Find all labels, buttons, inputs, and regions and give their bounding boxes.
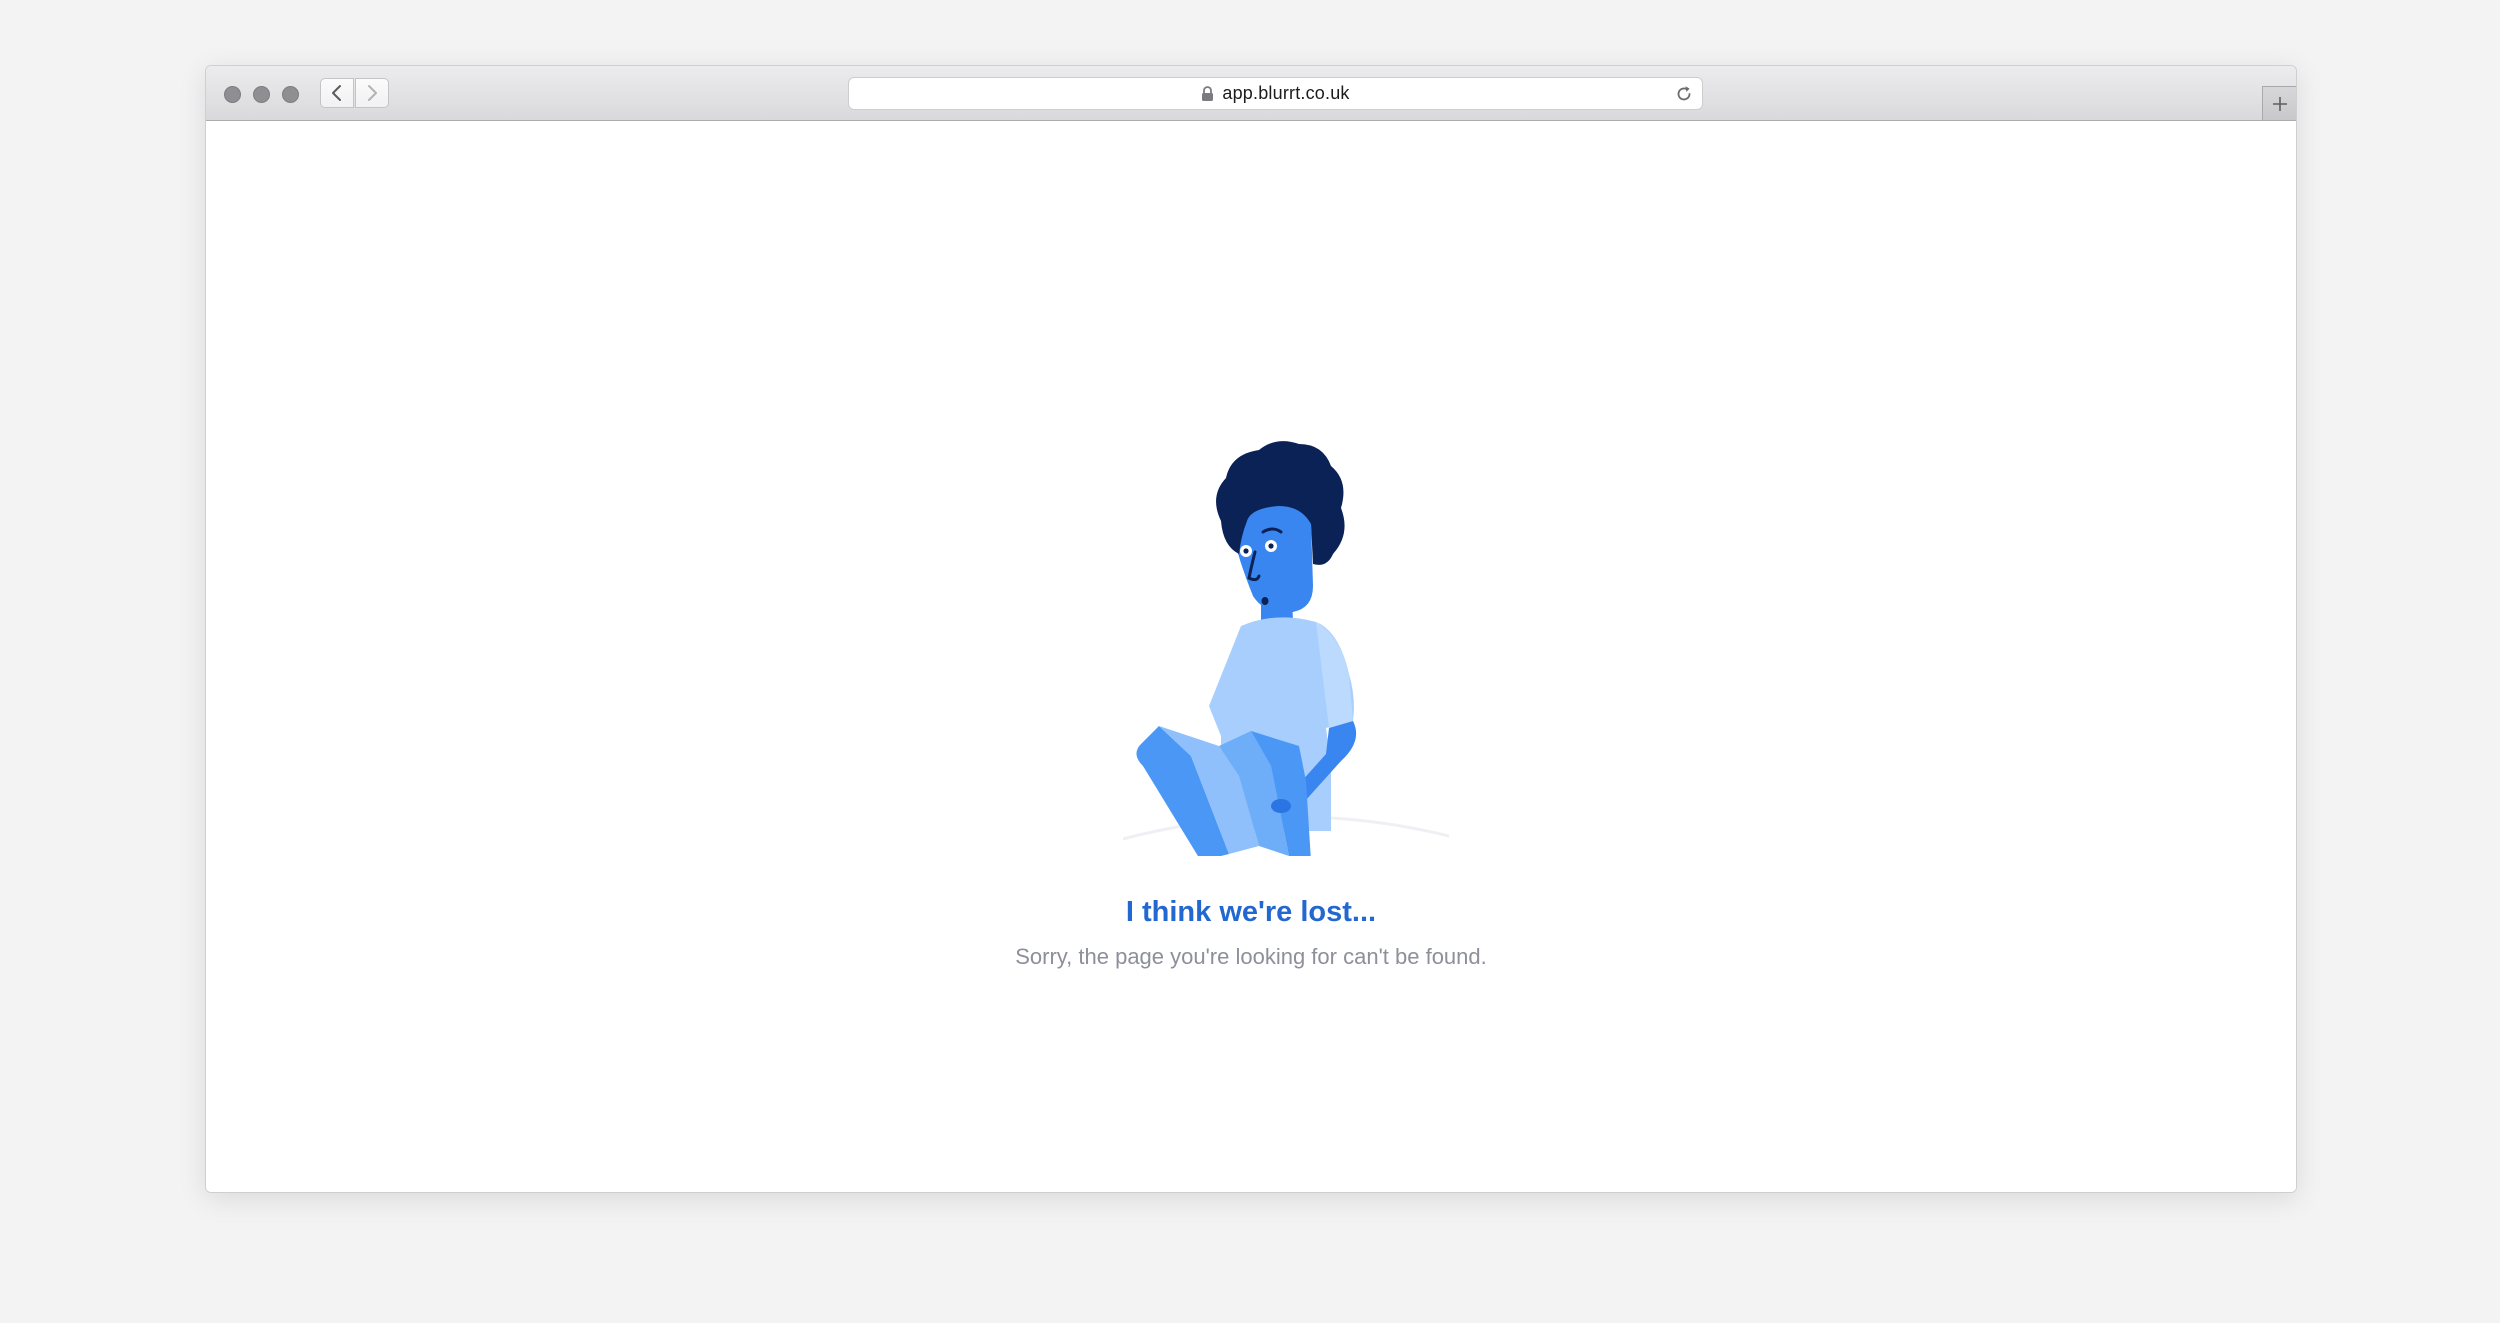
page-content: I think we're lost... Sorry, the page yo… xyxy=(206,121,2296,1192)
address-bar[interactable]: app.blurrt.co.uk xyxy=(848,77,1703,110)
reload-icon[interactable] xyxy=(1674,84,1694,104)
forward-button[interactable] xyxy=(355,78,389,108)
browser-toolbar: app.blurrt.co.uk xyxy=(206,66,2296,121)
close-window-button[interactable] xyxy=(224,86,241,103)
chevron-left-icon xyxy=(332,85,341,101)
plus-icon xyxy=(2272,96,2287,111)
error-headline: I think we're lost... xyxy=(1125,896,1377,928)
back-button[interactable] xyxy=(320,78,354,108)
lost-person-illustration xyxy=(1122,441,1450,856)
url-text: app.blurrt.co.uk xyxy=(1222,83,1350,103)
browser-window: app.blurrt.co.uk I think we're lost... S… xyxy=(205,65,2297,1193)
hand xyxy=(1271,799,1291,813)
lock-icon xyxy=(1202,85,1214,101)
new-tab-button[interactable] xyxy=(2262,86,2296,120)
mouth xyxy=(1261,597,1269,605)
minimize-window-button[interactable] xyxy=(253,86,270,103)
address-display: app.blurrt.co.uk xyxy=(849,78,1702,109)
error-message: Sorry, the page you're looking for can't… xyxy=(1015,944,1487,969)
zoom-window-button[interactable] xyxy=(282,86,299,103)
chevron-right-icon xyxy=(368,85,377,101)
